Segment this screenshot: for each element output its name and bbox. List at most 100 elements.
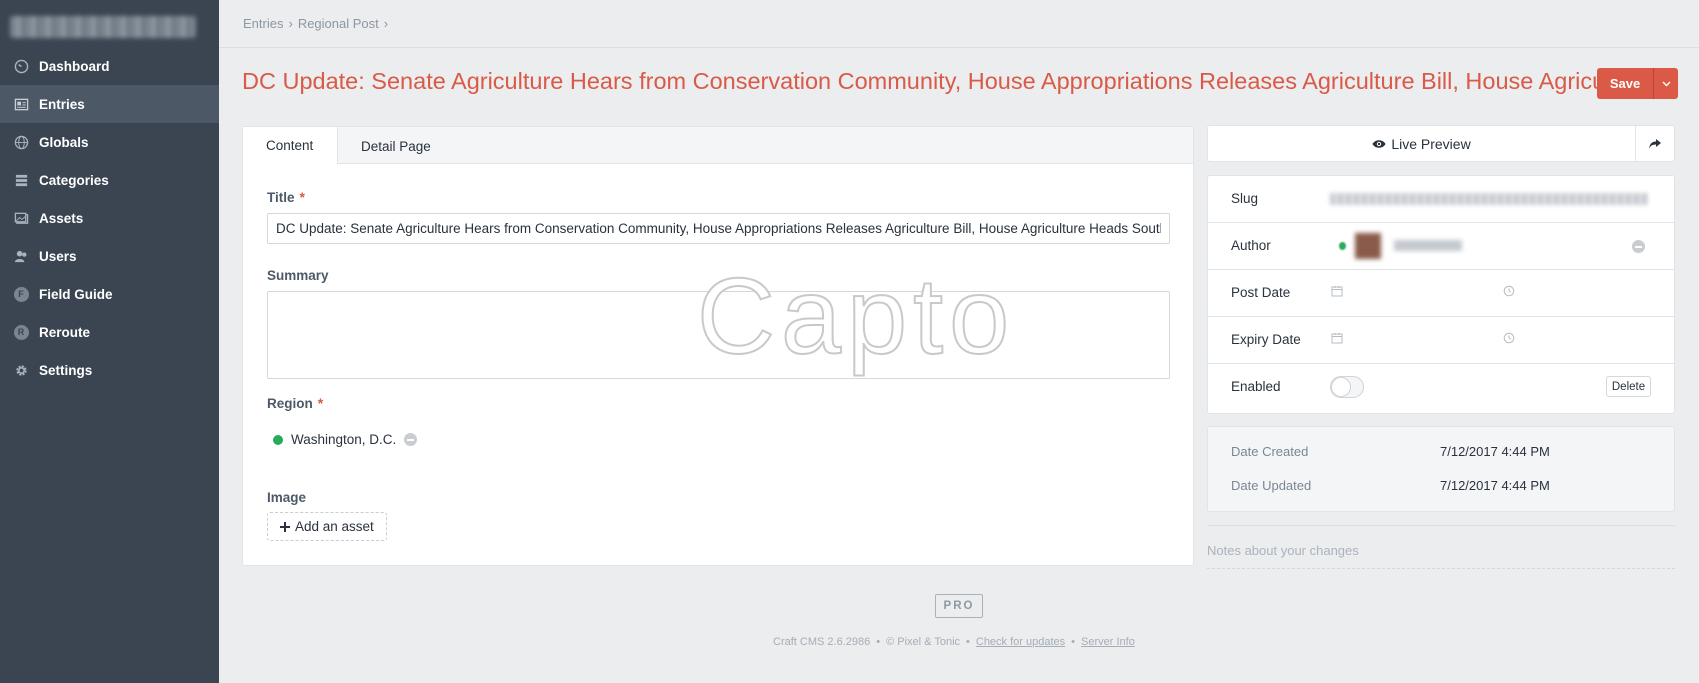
preview-bar: Live Preview (1207, 125, 1675, 162)
plus-icon (280, 521, 290, 532)
sidebar-item-label: Dashboard (39, 58, 110, 74)
sidebar-item-label: Globals (39, 134, 89, 150)
region-item[interactable]: Washington, D.C. (273, 432, 418, 447)
add-asset-label: Add an asset (295, 519, 374, 534)
slug-label: Slug (1231, 191, 1259, 206)
image-label: Image (267, 490, 307, 505)
chevron-down-icon (1662, 81, 1670, 86)
remove-icon[interactable] (404, 433, 418, 446)
calendar-icon[interactable] (1331, 332, 1343, 344)
sidebar-item-label: Users (39, 248, 77, 264)
gear-icon (12, 361, 30, 379)
sidebar-item-label: Reroute (39, 324, 91, 340)
site-name[interactable] (10, 16, 196, 38)
footer-separator: • (1071, 636, 1076, 648)
footer-version: Craft CMS 2.6.2986 (773, 636, 871, 648)
sidebar-item-field-guide[interactable]: F Field Guide (0, 275, 219, 313)
calendar-icon[interactable] (1331, 285, 1343, 297)
pro-badge: PRO (935, 594, 983, 618)
region-value: Washington, D.C. (291, 432, 397, 447)
post-date-row: Post Date (1208, 270, 1674, 317)
breadcrumb-regional-post[interactable]: Regional Post (298, 16, 379, 31)
tabs: Content Detail Page (243, 127, 1193, 165)
sidebar-item-label: Assets (39, 210, 84, 226)
sidebar-item-settings[interactable]: Settings (0, 351, 219, 389)
footer-separator: • (876, 636, 881, 648)
required-mark: * (317, 395, 324, 411)
entries-icon (12, 95, 30, 113)
notes-input[interactable]: Notes about your changes (1207, 543, 1675, 569)
required-mark: * (299, 189, 305, 205)
enabled-label: Enabled (1231, 379, 1281, 394)
expiry-date-row: Expiry Date (1208, 317, 1674, 364)
letter-f-badge: F (13, 286, 29, 302)
content-pane: Content Detail Page Title* Summary Capto… (242, 126, 1194, 566)
title-label: Title * (267, 189, 305, 205)
letter-r-badge: R (13, 324, 29, 340)
footer-separator: • (966, 636, 970, 648)
avatar[interactable] (1355, 233, 1381, 259)
save-menu-button[interactable] (1653, 68, 1678, 99)
status-dot (273, 434, 283, 445)
live-preview-button[interactable]: Live Preview (1208, 126, 1635, 161)
enabled-row: Enabled Delete (1208, 364, 1674, 411)
share-icon (1649, 138, 1661, 149)
summary-label: Summary (267, 268, 329, 283)
region-label-text: Region (267, 396, 313, 411)
globe-icon (12, 133, 30, 151)
sidebar-item-label: Field Guide (39, 286, 113, 302)
eye-icon (1372, 139, 1386, 148)
sidebar-item-users[interactable]: Users (0, 237, 219, 275)
date-created-value: 7/12/2017 4:44 PM (1440, 444, 1550, 459)
author-row: Author (1208, 223, 1674, 270)
post-date-label: Post Date (1231, 285, 1291, 300)
summary-textarea[interactable] (267, 291, 1170, 379)
slug-input[interactable] (1330, 193, 1648, 205)
page-title: DC Update: Senate Agriculture Hears from… (242, 68, 1600, 94)
divider (1207, 525, 1675, 526)
sidebar-item-globals[interactable]: Globals (0, 123, 219, 161)
sidebar-item-categories[interactable]: Categories (0, 161, 219, 199)
server-info-link[interactable]: Server Info (1081, 636, 1135, 648)
gauge-icon (12, 57, 30, 75)
breadcrumb-bar (219, 0, 1699, 48)
letter-f-icon: F (12, 285, 30, 303)
delete-button[interactable]: Delete (1606, 376, 1651, 397)
status-dot (1339, 242, 1346, 250)
live-preview-label: Live Preview (1391, 135, 1471, 152)
share-button[interactable] (1635, 126, 1674, 161)
sidebar-item-reroute[interactable]: R Reroute (0, 313, 219, 351)
remove-icon[interactable] (1632, 240, 1645, 253)
expiry-date-label: Expiry Date (1231, 332, 1301, 347)
users-icon (12, 247, 30, 265)
save-button-group: Save (1597, 68, 1678, 99)
breadcrumb-entries[interactable]: Entries (243, 16, 283, 31)
sidebar-item-label: Settings (39, 362, 93, 378)
region-label: Region * (267, 395, 323, 411)
letter-r-icon: R (12, 323, 30, 341)
date-updated-value: 7/12/2017 4:44 PM (1440, 478, 1550, 493)
sidebar: Dashboard Entries Globals Categories Ass… (0, 0, 219, 683)
date-created-label: Date Created (1231, 444, 1309, 459)
tab-detail-page[interactable]: Detail Page (338, 127, 448, 165)
clock-icon[interactable] (1503, 332, 1515, 344)
tab-content[interactable]: Content (243, 127, 338, 165)
clock-icon[interactable] (1503, 285, 1515, 297)
title-input[interactable] (267, 213, 1170, 244)
sidebar-item-dashboard[interactable]: Dashboard (0, 47, 219, 85)
enabled-toggle[interactable] (1330, 376, 1364, 398)
save-button[interactable]: Save (1597, 68, 1653, 99)
add-asset-button[interactable]: Add an asset (267, 512, 387, 541)
breadcrumb: Entries › Regional Post › (243, 16, 388, 31)
sidebar-item-label: Entries (39, 96, 85, 112)
breadcrumb-separator: › (288, 16, 293, 31)
assets-icon (12, 209, 30, 227)
date-updated-label: Date Updated (1231, 478, 1312, 493)
author-name (1394, 240, 1462, 251)
footer-copyright: © Pixel & Tonic (886, 636, 961, 648)
sidebar-item-label: Categories (39, 172, 109, 188)
categories-icon (12, 171, 30, 189)
sidebar-item-entries[interactable]: Entries (0, 85, 219, 123)
sidebar-item-assets[interactable]: Assets (0, 199, 219, 237)
check-for-updates-link[interactable]: Check for updates (976, 636, 1065, 648)
